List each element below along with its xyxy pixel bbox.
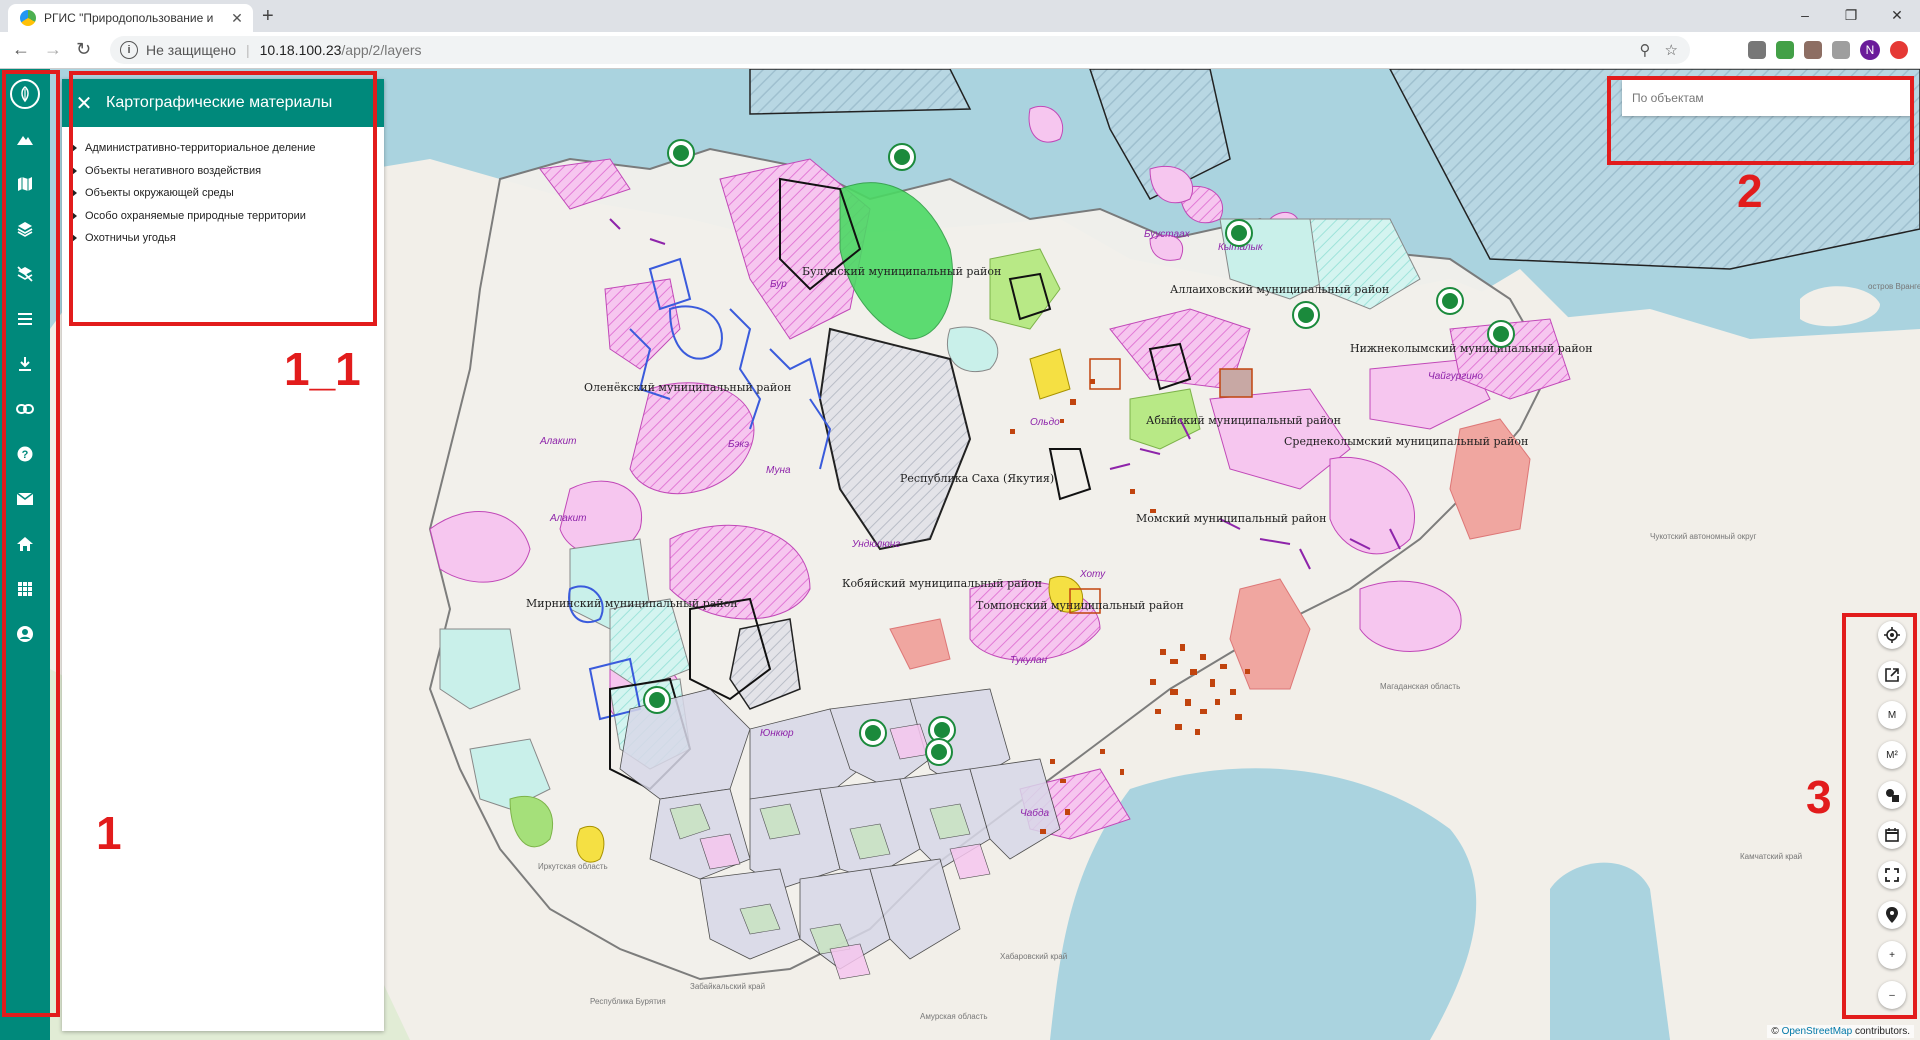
attribution-link[interactable]: OpenStreetMap (1782, 1026, 1853, 1037)
map-label-bek: Бэкэ (728, 439, 749, 450)
forward-button[interactable]: → (44, 39, 62, 59)
new-tab-button[interactable]: + (262, 6, 274, 26)
reserve-marker-icon[interactable] (1292, 301, 1320, 329)
info-icon[interactable]: i (120, 41, 138, 59)
attribution-prefix: © (1771, 1026, 1779, 1037)
map-label-irkutsk: Иркутская область (538, 862, 608, 871)
map-label-undulung: Ундюлюнг (851, 539, 900, 550)
extension-5-icon[interactable] (1890, 41, 1908, 59)
map-label-bur: Бур (770, 279, 787, 290)
tab-close-icon[interactable]: ✕ (227, 10, 247, 27)
map-label-amur: Амурская область (920, 1012, 988, 1021)
map-label-bulun: Булунский муниципальный район (802, 265, 1001, 278)
reserve-marker-icon[interactable] (1225, 219, 1253, 247)
extension-1-icon[interactable] (1748, 41, 1766, 59)
close-window-button[interactable]: ✕ (1874, 0, 1920, 32)
map-label-khabarovsk: Хабаровский край (1000, 952, 1067, 961)
map-label-sakha: Республика Саха (Якутия) (900, 472, 1054, 485)
map-label-magadan: Магаданская область (1380, 682, 1460, 691)
site-favicon-icon (20, 10, 36, 26)
reserve-marker-icon[interactable] (1436, 287, 1464, 315)
tab-title: РГИС "Природопользование и (44, 11, 214, 25)
attribution-suffix: contributors. (1854, 1026, 1910, 1037)
window-controls: – ❐ ✕ (1782, 0, 1920, 32)
url-host: 10.18.100.23 (259, 42, 342, 58)
back-button[interactable]: ← (12, 39, 30, 59)
annotation-label-1-1: 1_1 (284, 343, 361, 395)
profile-avatar[interactable]: N (1860, 40, 1880, 60)
minimize-button[interactable]: – (1782, 0, 1828, 32)
zoom-icon[interactable]: ⚲ (1640, 41, 1651, 59)
restore-button[interactable]: ❐ (1828, 0, 1874, 32)
map-label-khotu: Хоту (1079, 569, 1106, 580)
map-label-tompon: Томпонский муниципальный район (976, 599, 1184, 612)
map-label-mirny: Мирнинский муниципальный район (526, 597, 738, 610)
annotation-label-3: 3 (1806, 771, 1832, 823)
map-label-mom: Момский муниципальный район (1136, 512, 1326, 525)
annotation-box-1-1 (69, 71, 377, 326)
url-path: /app/2/layers (341, 42, 422, 58)
map-label-nizhnekolym: Нижнеколымский муниципальный район (1350, 342, 1593, 355)
map-label-kobyai: Кобяйский муниципальный район (842, 577, 1042, 590)
map-label-chukot: Чукотский автономный округ (1650, 532, 1757, 541)
browser-toolbar: ← → ↻ i Не защищено | 10.18.100.23/app/2… (0, 32, 1920, 69)
map-label-buustaah: Буустаах (1144, 229, 1191, 240)
annotation-box-3 (1842, 613, 1917, 1019)
address-separator: | (246, 42, 250, 58)
map-label-yunyuskey: Юнкюр (760, 728, 794, 739)
extensions-area: N (1748, 40, 1908, 60)
map-label-abyi: Абыйский муниципальный район (1146, 414, 1341, 427)
reserve-marker-icon[interactable] (888, 143, 916, 171)
annotation-label-2: 2 (1737, 165, 1763, 217)
map-label-zabaikal: Забайкальский край (690, 982, 765, 991)
address-bar[interactable]: i Не защищено | 10.18.100.23/app/2/layer… (110, 36, 1690, 64)
map-label-tuklan: Тукулан (1010, 655, 1048, 666)
map-label-vrangel: остров Врангеля (1868, 282, 1920, 291)
map-label-alakit-2: Алакит (549, 513, 586, 524)
map-label-buryatia: Республика Бурятия (590, 997, 666, 1006)
map-label-kamchatka: Камчатский край (1740, 852, 1802, 861)
reserve-marker-icon[interactable] (643, 686, 671, 714)
map-label-chaygurgino: Чайгургино (1428, 371, 1483, 382)
reserve-marker-icon[interactable] (859, 719, 887, 747)
extension-2-icon[interactable] (1776, 41, 1794, 59)
reserve-marker-icon[interactable] (1487, 320, 1515, 348)
map-label-chyrk: Чабда (1020, 807, 1050, 819)
extension-4-icon[interactable] (1832, 41, 1850, 59)
reserve-marker-icon[interactable] (667, 139, 695, 167)
annotation-label-1: 1 (96, 807, 122, 859)
extension-3-icon[interactable] (1804, 41, 1822, 59)
map-label-olgo: Ольдо (1030, 417, 1060, 428)
browser-tab[interactable]: РГИС "Природопользование и ✕ (8, 4, 253, 32)
map-attribution: © OpenStreetMap contributors. (1767, 1025, 1914, 1038)
browser-tab-bar: РГИС "Природопользование и ✕ + – ❐ ✕ (0, 0, 1920, 32)
map-label-alakit-1: Алакит (539, 436, 576, 447)
annotation-box-1 (2, 70, 60, 1017)
map-label-olenek: Оленёкский муниципальный район (584, 381, 791, 394)
security-label: Не защищено (146, 42, 236, 58)
map-label-muna: Муна (766, 465, 791, 476)
map-label-srednekolym: Среднеколымский муниципальный район (1284, 435, 1528, 448)
bookmark-star-icon[interactable]: ☆ (1665, 41, 1678, 59)
annotation-box-2 (1607, 76, 1914, 165)
reload-button[interactable]: ↻ (76, 39, 91, 59)
reserve-marker-icon[interactable] (925, 738, 953, 766)
map-label-allaikh: Аллаиховский муниципальный район (1170, 283, 1389, 296)
